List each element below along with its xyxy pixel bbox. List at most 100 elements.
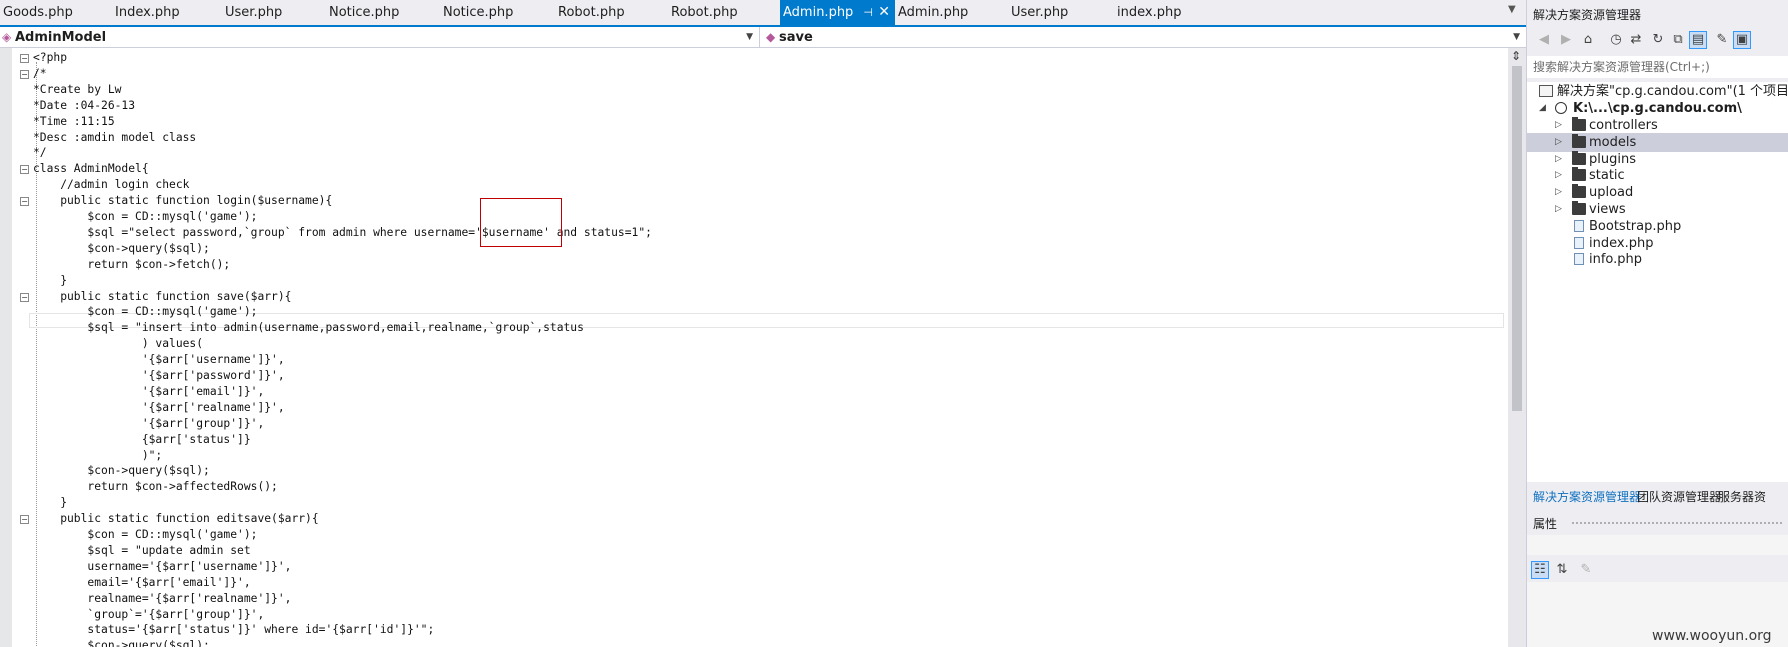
code-text-area[interactable]: − <?php −/* *Create by Lw *Date :04-26-13 *Ti…: [12, 48, 1508, 647]
collapse-all-icon[interactable]: ⧉: [1669, 31, 1687, 49]
solution-search-input[interactable]: 搜索解决方案资源管理器(Ctrl+;): [1527, 56, 1788, 78]
tab-index-php-10[interactable]: index.php: [1114, 0, 1227, 25]
tab-server-explorer[interactable]: 服务器资: [1718, 487, 1766, 507]
refresh-icon[interactable]: ↻: [1649, 31, 1667, 49]
code-line-text: ) values(: [33, 337, 204, 351]
code-line-text: class AdminModel{: [33, 162, 149, 176]
tab-overflow-icon[interactable]: ▼: [1508, 4, 1516, 15]
forward-icon[interactable]: ▶: [1557, 31, 1575, 49]
code-line-text: '{$arr['username']}',: [33, 353, 285, 367]
sql-injection-highlight-box: [480, 198, 562, 247]
member-dropdown[interactable]: ◆ save ▼: [760, 27, 1526, 47]
tab-notice-php-3[interactable]: Notice.php: [326, 0, 439, 25]
close-icon[interactable]: ✕: [878, 0, 890, 25]
tab-robot-php-5[interactable]: Robot.php: [555, 0, 666, 25]
code-line-text: $con->query($sql);: [33, 241, 210, 255]
code-line-text: '{$arr['email']}',: [33, 384, 265, 398]
tab-user-php-2[interactable]: User.php: [222, 0, 325, 25]
class-dropdown-label: AdminModel: [15, 30, 107, 45]
preview-icon[interactable]: ▣: [1733, 31, 1751, 49]
collapse-region-icon[interactable]: −: [20, 292, 29, 302]
code-line-text: <?php: [33, 51, 68, 64]
tab-admin-php-7[interactable]: Admin.php ⊣ ✕: [780, 0, 895, 25]
php-file-icon: [1574, 219, 1584, 232]
properties-object-selector[interactable]: [1527, 535, 1788, 555]
home-icon[interactable]: ⌂: [1579, 31, 1597, 49]
tab-label: Admin.php: [898, 5, 969, 20]
tab-user-php-9[interactable]: User.php: [1008, 0, 1111, 25]
code-line-text: `group`='{$arr['group']}',: [33, 607, 265, 621]
code-line-text: *Create by Lw: [33, 82, 122, 96]
chevron-down-icon: ▼: [1513, 32, 1520, 42]
code-line-text: '{$arr['group']}',: [33, 416, 265, 430]
php-file-icon: [1574, 253, 1584, 266]
code-line-text: *Desc :amdin model class: [33, 130, 197, 144]
tab-robot-php-6[interactable]: Robot.php: [668, 0, 779, 25]
scrollbar-thumb[interactable]: [1512, 66, 1522, 411]
solution-tree: 解决方案"cp.g.candou.com"(1 个项目) ◢ K:\...\cp…: [1527, 82, 1788, 482]
member-dropdown-label: save: [779, 30, 813, 45]
back-icon[interactable]: ◀: [1535, 31, 1553, 49]
code-line-text: $con = CD::mysql('game');: [33, 305, 258, 319]
panel-title: 解决方案资源管理器: [1533, 8, 1642, 22]
code-line-text: }: [33, 496, 68, 510]
tab-label: Robot.php: [671, 5, 738, 20]
code-line-text: return $con->fetch();: [33, 257, 231, 271]
folder-icon: [1572, 150, 1586, 165]
tab-notice-php-4[interactable]: Notice.php: [440, 0, 553, 25]
collapse-region-icon[interactable]: −: [20, 69, 29, 79]
folder-icon: [1572, 133, 1586, 148]
code-line-text: $con->query($sql);: [33, 639, 210, 647]
tab-solution-explorer[interactable]: 解决方案资源管理器: [1533, 487, 1641, 507]
split-handle-icon[interactable]: ⇕: [1511, 49, 1521, 63]
tab-label: Notice.php: [329, 5, 400, 20]
panel-grip: [1571, 521, 1783, 526]
code-line-text: *Date :04-26-13: [33, 98, 136, 112]
collapse-region-icon[interactable]: −: [20, 515, 29, 525]
tab-goods-php-0[interactable]: Goods.php: [0, 0, 108, 25]
class-icon: ◈: [2, 30, 12, 44]
properties-wrench-icon[interactable]: ✎: [1713, 31, 1731, 49]
code-line-text: )";: [33, 448, 163, 462]
collapse-region-icon[interactable]: −: [20, 197, 29, 207]
code-line-text: public static function save($arr){: [33, 289, 292, 303]
solution-explorer-panel: 解决方案资源管理器 ◀ ▶ ⌂ ◷ ⇄ ↻ ⧉ ▤ ✎ ▣ 搜索解决方案资源管理…: [1526, 0, 1788, 647]
code-line-text: *Time :11:15: [33, 114, 115, 128]
code-line-text: public static function editsave($arr){: [33, 512, 319, 526]
tab-team-explorer[interactable]: 团队资源管理器: [1637, 487, 1721, 507]
property-pages-wrench-icon[interactable]: ✎: [1577, 561, 1595, 579]
method-icon: ◆: [766, 30, 776, 44]
show-all-files-icon[interactable]: ▤: [1689, 31, 1707, 49]
vertical-scrollbar[interactable]: ⇕: [1508, 48, 1526, 647]
categorized-icon[interactable]: ☷: [1531, 561, 1549, 579]
folder-icon: [1572, 184, 1586, 199]
properties-title: 属性: [1533, 517, 1558, 531]
tab-label: User.php: [225, 5, 283, 20]
code-line-text: public static function login($username){: [33, 194, 333, 208]
sync-icon[interactable]: ⇄: [1627, 31, 1645, 49]
php-file-icon: [1574, 236, 1584, 249]
code-line-text: username='{$arr['username']}',: [33, 559, 292, 573]
code-line-text: /*: [33, 66, 47, 80]
code-line-text: $con->query($sql);: [33, 464, 210, 478]
navigation-bar: ◈ AdminModel ▼ ◆ save ▼: [0, 27, 1526, 48]
chevron-down-icon: ▼: [746, 32, 753, 42]
code-line-text: realname='{$arr['realname']}',: [33, 591, 292, 605]
tree-item-label: info.php: [1589, 252, 1643, 268]
alphabetical-sort-icon[interactable]: ⇅: [1553, 561, 1571, 579]
code-line-text: '{$arr['password']}',: [33, 369, 285, 382]
class-dropdown[interactable]: ◈ AdminModel ▼: [0, 27, 760, 47]
code-line-text: {$arr['status']}: [33, 432, 251, 446]
tab-admin-php-8[interactable]: Admin.php: [895, 0, 1006, 25]
document-tab-bar: Goods.php Index.php User.php Notice.php Noti…: [0, 0, 1526, 27]
folder-icon: [1572, 117, 1586, 131]
code-line-text: $sql = "insert into admin(username,passw…: [33, 321, 584, 335]
collapse-region-icon[interactable]: −: [20, 165, 29, 175]
tab-label: Notice.php: [443, 5, 514, 20]
history-icon[interactable]: ◷: [1607, 31, 1625, 49]
pin-icon[interactable]: ⊣: [863, 0, 873, 25]
tab-index-php-1[interactable]: Index.php: [112, 0, 220, 25]
tree-item-info-php[interactable]: info.php: [1527, 250, 1788, 269]
collapse-region-icon[interactable]: −: [20, 54, 29, 63]
code-line-text: $sql = "update admin set: [33, 543, 251, 557]
